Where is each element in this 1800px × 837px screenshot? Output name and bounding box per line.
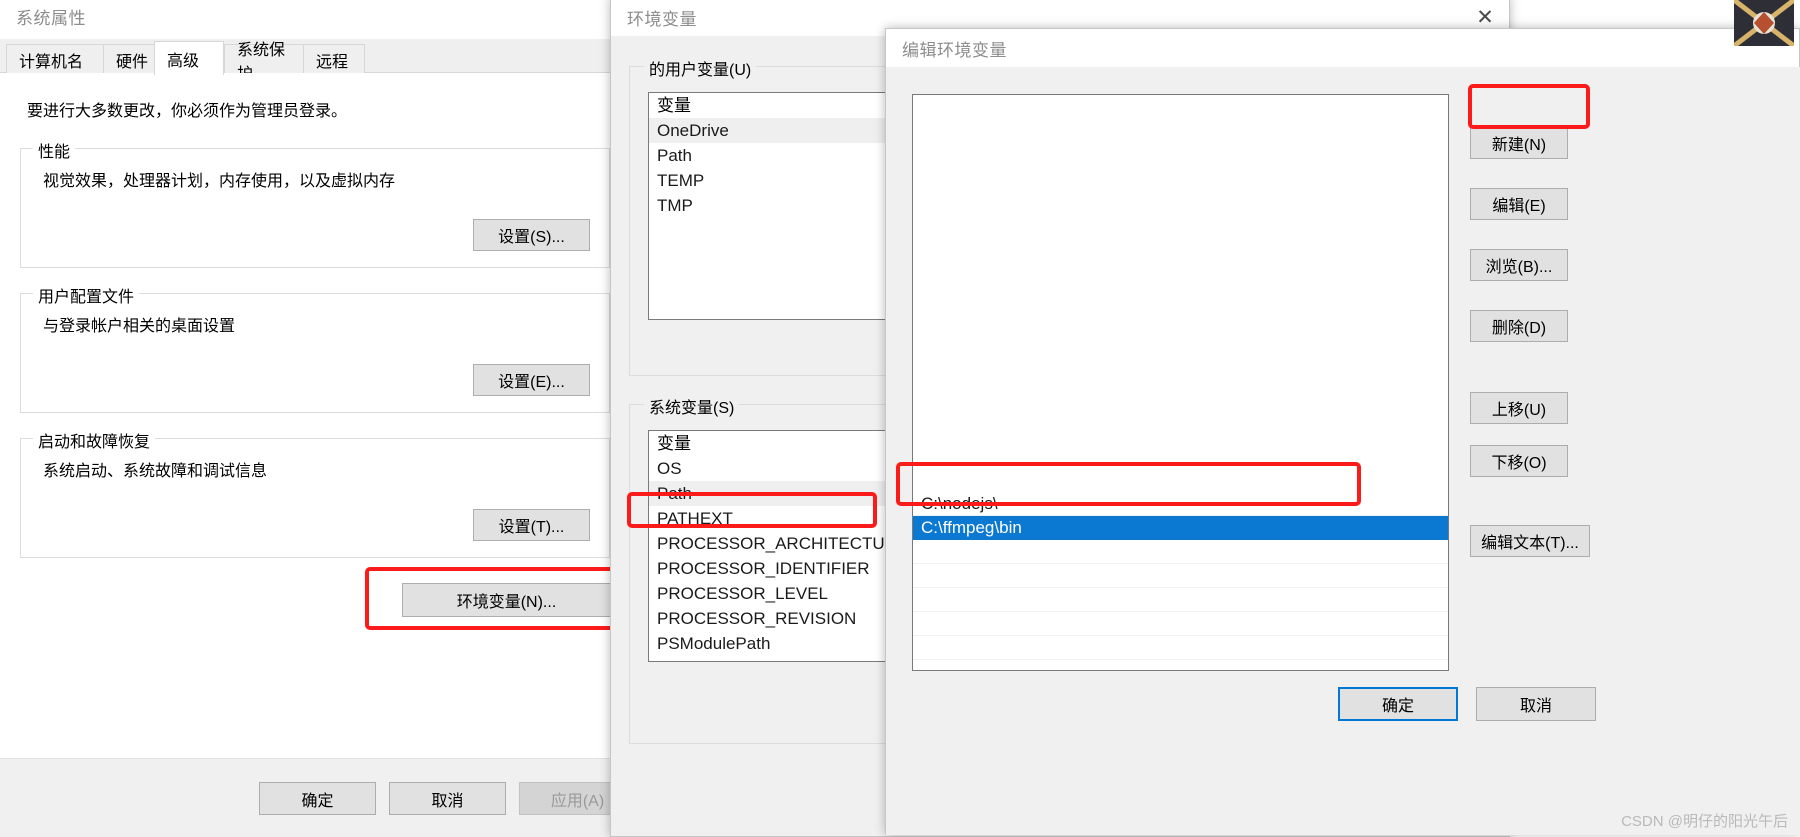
system-properties-body: 要进行大多数更改，你必须作为管理员登录。 性能 视觉效果，处理器计划，内存使用，… bbox=[0, 73, 630, 758]
path-values-listbox[interactable]: C:\nodejs\ C:\ffmpeg\bin bbox=[912, 94, 1449, 671]
path-value-row-6[interactable] bbox=[913, 612, 1448, 636]
ok-button[interactable]: 确定 bbox=[259, 782, 376, 815]
avatar-image bbox=[1734, 0, 1794, 46]
path-value-row-3[interactable] bbox=[913, 540, 1448, 564]
path-value-row-7[interactable] bbox=[913, 636, 1448, 660]
performance-group-title: 性能 bbox=[33, 138, 76, 162]
user-profiles-desc: 与登录帐户相关的桌面设置 bbox=[43, 318, 236, 335]
user-variables-group-title: 的用户变量(U) bbox=[644, 56, 757, 80]
edit-environment-variable-content: C:\nodejs\ C:\ffmpeg\bin 新建(N) 编辑(E) 浏览(… bbox=[886, 67, 1800, 835]
edit-dialog-cancel-button[interactable]: 取消 bbox=[1476, 687, 1596, 721]
browse-button[interactable]: 浏览(B)... bbox=[1470, 249, 1568, 281]
tab-remote[interactable]: 远程 bbox=[303, 44, 365, 74]
path-values-empty-top bbox=[913, 95, 1448, 492]
edit-environment-variable-title: 编辑环境变量 bbox=[902, 40, 1007, 60]
path-value-row-5[interactable] bbox=[913, 588, 1448, 612]
startup-recovery-desc: 系统启动、系统故障和调试信息 bbox=[43, 463, 268, 480]
screenshot-root: 系统属性 计算机名 硬件 高级 系统保护 远程 要进行大多数更改，你必须作为管理… bbox=[0, 0, 1800, 837]
path-value-row-nodejs[interactable]: C:\nodejs\ bbox=[913, 492, 1448, 516]
move-down-button[interactable]: 下移(O) bbox=[1470, 445, 1568, 477]
edit-text-button[interactable]: 编辑文本(T)... bbox=[1470, 525, 1590, 557]
tab-system-protection[interactable]: 系统保护 bbox=[224, 42, 304, 83]
move-up-button[interactable]: 上移(U) bbox=[1470, 392, 1568, 424]
performance-desc: 视觉效果，处理器计划，内存使用，以及虚拟内存 bbox=[43, 173, 396, 190]
edit-environment-variable-window: 编辑环境变量 C:\nodejs\ C:\ffmpeg\bin 新建(N) 编辑… bbox=[885, 28, 1800, 835]
edit-button[interactable]: 编辑(E) bbox=[1470, 188, 1568, 220]
system-properties-tabstrip: 计算机名 硬件 高级 系统保护 远程 bbox=[0, 39, 630, 83]
startup-recovery-group-title: 启动和故障恢复 bbox=[33, 428, 156, 452]
startup-recovery-group: 启动和故障恢复 系统启动、系统故障和调试信息 设置(T)... bbox=[20, 428, 610, 558]
watermark: CSDN @明仔的阳光午后 bbox=[1621, 813, 1788, 830]
delete-button[interactable]: 删除(D) bbox=[1470, 310, 1568, 342]
new-button[interactable]: 新建(N) bbox=[1470, 127, 1568, 159]
edit-environment-variable-titlebar: 编辑环境变量 bbox=[886, 29, 1799, 67]
cancel-button[interactable]: 取消 bbox=[389, 782, 506, 815]
environment-variables-button[interactable]: 环境变量(N)... bbox=[402, 583, 611, 617]
system-properties-titlebar: 系统属性 bbox=[0, 0, 630, 35]
admin-notice: 要进行大多数更改，你必须作为管理员登录。 bbox=[27, 103, 348, 120]
system-properties-footer: 确定 取消 应用(A) bbox=[0, 758, 636, 837]
system-properties-window: 系统属性 计算机名 硬件 高级 系统保护 远程 要进行大多数更改，你必须作为管理… bbox=[0, 0, 636, 837]
environment-variables-title: 环境变量 bbox=[627, 9, 697, 29]
path-value-row-4[interactable] bbox=[913, 564, 1448, 588]
edit-dialog-ok-button[interactable]: 确定 bbox=[1338, 687, 1458, 721]
system-variables-group-title: 系统变量(S) bbox=[644, 394, 740, 418]
performance-group: 性能 视觉效果，处理器计划，内存使用，以及虚拟内存 设置(S)... bbox=[20, 138, 610, 268]
edit-dialog-side-buttons: 新建(N) 编辑(E) 浏览(B)... 删除(D) 上移(U) 下移(O) 编… bbox=[1470, 97, 1590, 657]
startup-recovery-settings-button[interactable]: 设置(T)... bbox=[473, 509, 590, 541]
tab-advanced[interactable]: 高级 bbox=[154, 41, 224, 75]
user-profiles-settings-button[interactable]: 设置(E)... bbox=[473, 364, 590, 396]
performance-settings-button[interactable]: 设置(S)... bbox=[473, 219, 590, 251]
system-properties-title: 系统属性 bbox=[16, 8, 86, 28]
avatar bbox=[1734, 0, 1794, 46]
user-profiles-group: 用户配置文件 与登录帐户相关的桌面设置 设置(E)... bbox=[20, 283, 610, 413]
tab-computer-name[interactable]: 计算机名 bbox=[6, 44, 104, 74]
path-value-row-ffmpeg[interactable]: C:\ffmpeg\bin bbox=[913, 516, 1448, 540]
user-profiles-group-title: 用户配置文件 bbox=[33, 283, 140, 307]
